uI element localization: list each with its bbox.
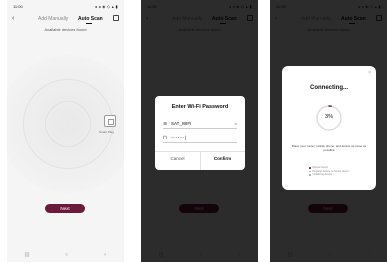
device-label: Smart Plug [99, 130, 114, 134]
progress-percent: 3% [325, 114, 333, 120]
show-password-icon[interactable]: ··· [234, 136, 237, 140]
next-button[interactable]: Next [45, 204, 85, 213]
tab-add-manually[interactable]: Add Manually [38, 16, 68, 22]
wifi-password-dialog: Enter Wi-Fi Password ≋ SAT_WIFI ⇄ ⊓ ----… [155, 96, 245, 170]
back-icon[interactable]: ‹ [12, 15, 14, 22]
lock-icon: ⊓ [163, 134, 167, 141]
wifi-icon: ≋ [163, 120, 168, 127]
confirm-button[interactable]: Confirm [200, 156, 245, 161]
phone-wifi-password: 11:00 ◂ ◂ ◈ ◇ ▴ ▮ ‹ Add Manually Auto Sc… [141, 0, 258, 262]
password-field[interactable]: ⊓ ------| ··· [163, 133, 237, 143]
step-dot [309, 174, 311, 176]
tab-auto-scan[interactable]: Auto Scan [78, 16, 103, 22]
step-dot [309, 167, 311, 169]
step-dot [309, 170, 311, 172]
connecting-message: Place your router, mobile phone, and dev… [291, 144, 367, 152]
wifi-ssid: SAT_WIFI [171, 121, 192, 126]
status-icons: ◂ ◂ ◈ ◇ ▴ ▮ [94, 3, 118, 9]
phone-connecting: 11:00 ◂ ◂ ◈ ◇ ▴ ▮ ‹ Add Manually Auto Sc… [270, 0, 387, 262]
stage: 11:00 ◂ ◂ ◈ ◇ ▴ ▮ ‹ Add Manually Auto Sc… [0, 0, 387, 262]
cancel-button[interactable]: Cancel [155, 156, 200, 161]
step-item: Initializing device... [309, 173, 348, 177]
connecting-title: Connecting... [310, 85, 348, 91]
switch-network-icon[interactable]: ⇄ [234, 122, 237, 126]
dialog-title: Enter Wi-Fi Password [171, 104, 229, 110]
radar-ring [45, 101, 91, 147]
connecting-sheet: × Connecting... 3% Place your router, mo… [282, 66, 376, 190]
top-bar: ‹ Add Manually Auto Scan [7, 12, 124, 26]
nav-bar: ||| ○ ‹ [7, 248, 124, 262]
status-time: 11:00 [13, 3, 23, 9]
scan-subtitle: Available devices found [44, 27, 87, 32]
scan-icon[interactable] [113, 15, 119, 21]
nav-back-icon[interactable]: ‹ [104, 252, 106, 258]
recent-apps-icon[interactable]: ||| [25, 252, 29, 258]
status-bar: 11:00 ◂ ◂ ◈ ◇ ▴ ▮ [7, 0, 124, 12]
step-label: Initializing device... [312, 173, 335, 176]
connection-steps: Device found Register device to Smart Cl… [309, 166, 348, 177]
password-value[interactable]: ------| [171, 135, 187, 140]
phone-auto-scan: 11:00 ◂ ◂ ◈ ◇ ▴ ▮ ‹ Add Manually Auto Sc… [7, 0, 124, 262]
tab-indicator [86, 23, 92, 24]
wifi-ssid-row[interactable]: ≋ SAT_WIFI ⇄ [163, 119, 237, 129]
close-icon[interactable]: × [368, 70, 371, 76]
smart-plug-icon[interactable] [104, 115, 116, 127]
home-icon[interactable]: ○ [65, 252, 68, 258]
